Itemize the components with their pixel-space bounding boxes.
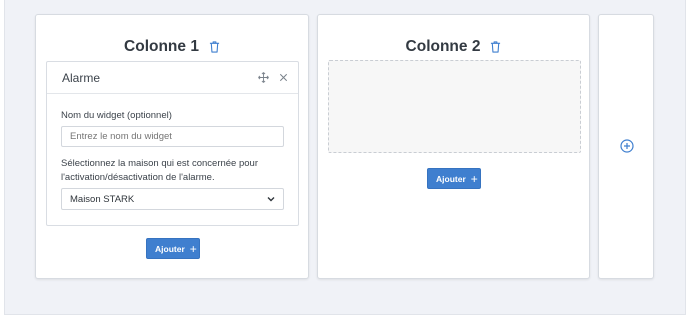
close-icon[interactable] bbox=[278, 72, 289, 83]
trash-icon[interactable] bbox=[209, 41, 220, 53]
plus-circle-icon[interactable] bbox=[620, 139, 634, 153]
widget-tools bbox=[258, 72, 289, 83]
widget-header: Alarme bbox=[47, 62, 298, 94]
trash-icon[interactable] bbox=[490, 41, 501, 53]
add-widget-button-column-1[interactable]: Ajouter + bbox=[146, 238, 200, 259]
house-select[interactable]: Maison STARK bbox=[61, 188, 284, 210]
house-select-value: Maison STARK bbox=[70, 193, 135, 205]
column-1-header: Colonne 1 bbox=[36, 36, 308, 58]
chevron-down-icon bbox=[267, 197, 275, 202]
plus-icon: + bbox=[189, 241, 197, 256]
move-icon[interactable] bbox=[258, 72, 269, 83]
column-1: Colonne 1 Alarme Nom du widget (optionne… bbox=[35, 14, 309, 279]
widget-name-input[interactable] bbox=[61, 126, 284, 147]
add-widget-label: Ajouter bbox=[155, 243, 185, 254]
plus-icon: + bbox=[470, 171, 478, 186]
column-2-title: Colonne 2 bbox=[405, 38, 481, 55]
add-column-panel[interactable] bbox=[598, 14, 654, 279]
house-select-label: Sélectionnez la maison qui est concernée… bbox=[61, 158, 258, 183]
column-1-title: Colonne 1 bbox=[124, 38, 199, 55]
add-widget-button-column-2[interactable]: Ajouter + bbox=[427, 168, 481, 189]
widget-name-label: Nom du widget (optionnel) bbox=[61, 110, 172, 121]
column-2: Colonne 2 Ajouter + bbox=[317, 14, 590, 279]
widget-drop-zone[interactable] bbox=[328, 60, 581, 153]
alarm-widget: Alarme Nom du widget (optionnel) Sélecti… bbox=[46, 61, 299, 226]
column-2-header: Colonne 2 bbox=[318, 36, 589, 58]
widget-title: Alarme bbox=[62, 70, 101, 85]
add-widget-label: Ajouter bbox=[436, 173, 466, 184]
